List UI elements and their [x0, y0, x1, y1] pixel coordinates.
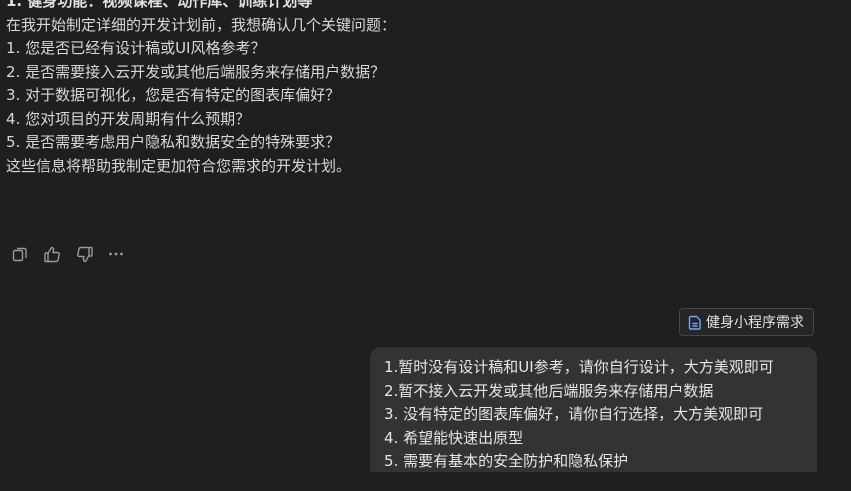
user-message-line: 4. 希望能快速出原型	[384, 428, 524, 447]
thumbs-up-button[interactable]	[42, 244, 62, 264]
user-message-line: 3. 没有特定的图表库偏好，请你自行选择，大方美观即可	[384, 405, 764, 423]
copy-icon	[11, 245, 29, 263]
user-message-line: 1.暂时没有设计稿和UI参考，请你自行设计，大方美观即可	[384, 358, 774, 376]
user-message: 1.暂时没有设计稿和UI参考，请你自行设计，大方美观即可 2.暂不接入云开发或其…	[370, 347, 817, 491]
chat-view: 1. 健身功能：视频课程、动作库、训练计划等 在我开始制定详细的开发计划前，我想…	[0, 0, 851, 491]
assistant-message-line: 5. 是否需要考虑用户隐私和数据安全的特殊要求？	[6, 133, 341, 151]
viewport-bottom-edge	[0, 472, 851, 491]
thumbs-down-button[interactable]	[74, 244, 94, 264]
user-message-line: 5. 需要有基本的安全防护和隐私保护	[384, 452, 629, 470]
more-button[interactable]	[106, 244, 126, 264]
assistant-message-line: 3. 对于数据可视化，您是否有特定的图表库偏好？	[6, 86, 341, 104]
assistant-message-line: 4. 您对项目的开发周期有什么预期？	[6, 109, 251, 128]
assistant-message-line: 这些信息将帮助我制定更加符合您需求的开发计划。	[6, 156, 352, 175]
assistant-message-line: 1. 您是否已经有设计稿或UI风格参考？	[6, 39, 266, 57]
assistant-message: 1. 健身功能：视频课程、动作库、训练计划等 在我开始制定详细的开发计划前，我想…	[6, 0, 836, 178]
assistant-message-line: 2. 是否需要接入云开发或其他后端服务来存储用户数据？	[6, 62, 386, 81]
more-icon	[107, 245, 125, 263]
assistant-message-cut-line: 1. 健身功能：视频课程、动作库、训练计划等	[6, 0, 313, 10]
message-actions	[10, 244, 126, 264]
attachment-label: 健身小程序需求	[706, 315, 804, 331]
thumbs-down-icon	[75, 245, 94, 264]
user-message-line: 2.暂不接入云开发或其他后端服务来存储用户数据	[384, 381, 714, 400]
assistant-message-line: 在我开始制定详细的开发计划前，我想确认几个关键问题：	[6, 15, 397, 34]
copy-button[interactable]	[10, 244, 30, 264]
thumbs-up-icon	[43, 245, 62, 264]
attachment-chip[interactable]: 健身小程序需求	[679, 308, 814, 336]
file-icon	[688, 315, 702, 330]
